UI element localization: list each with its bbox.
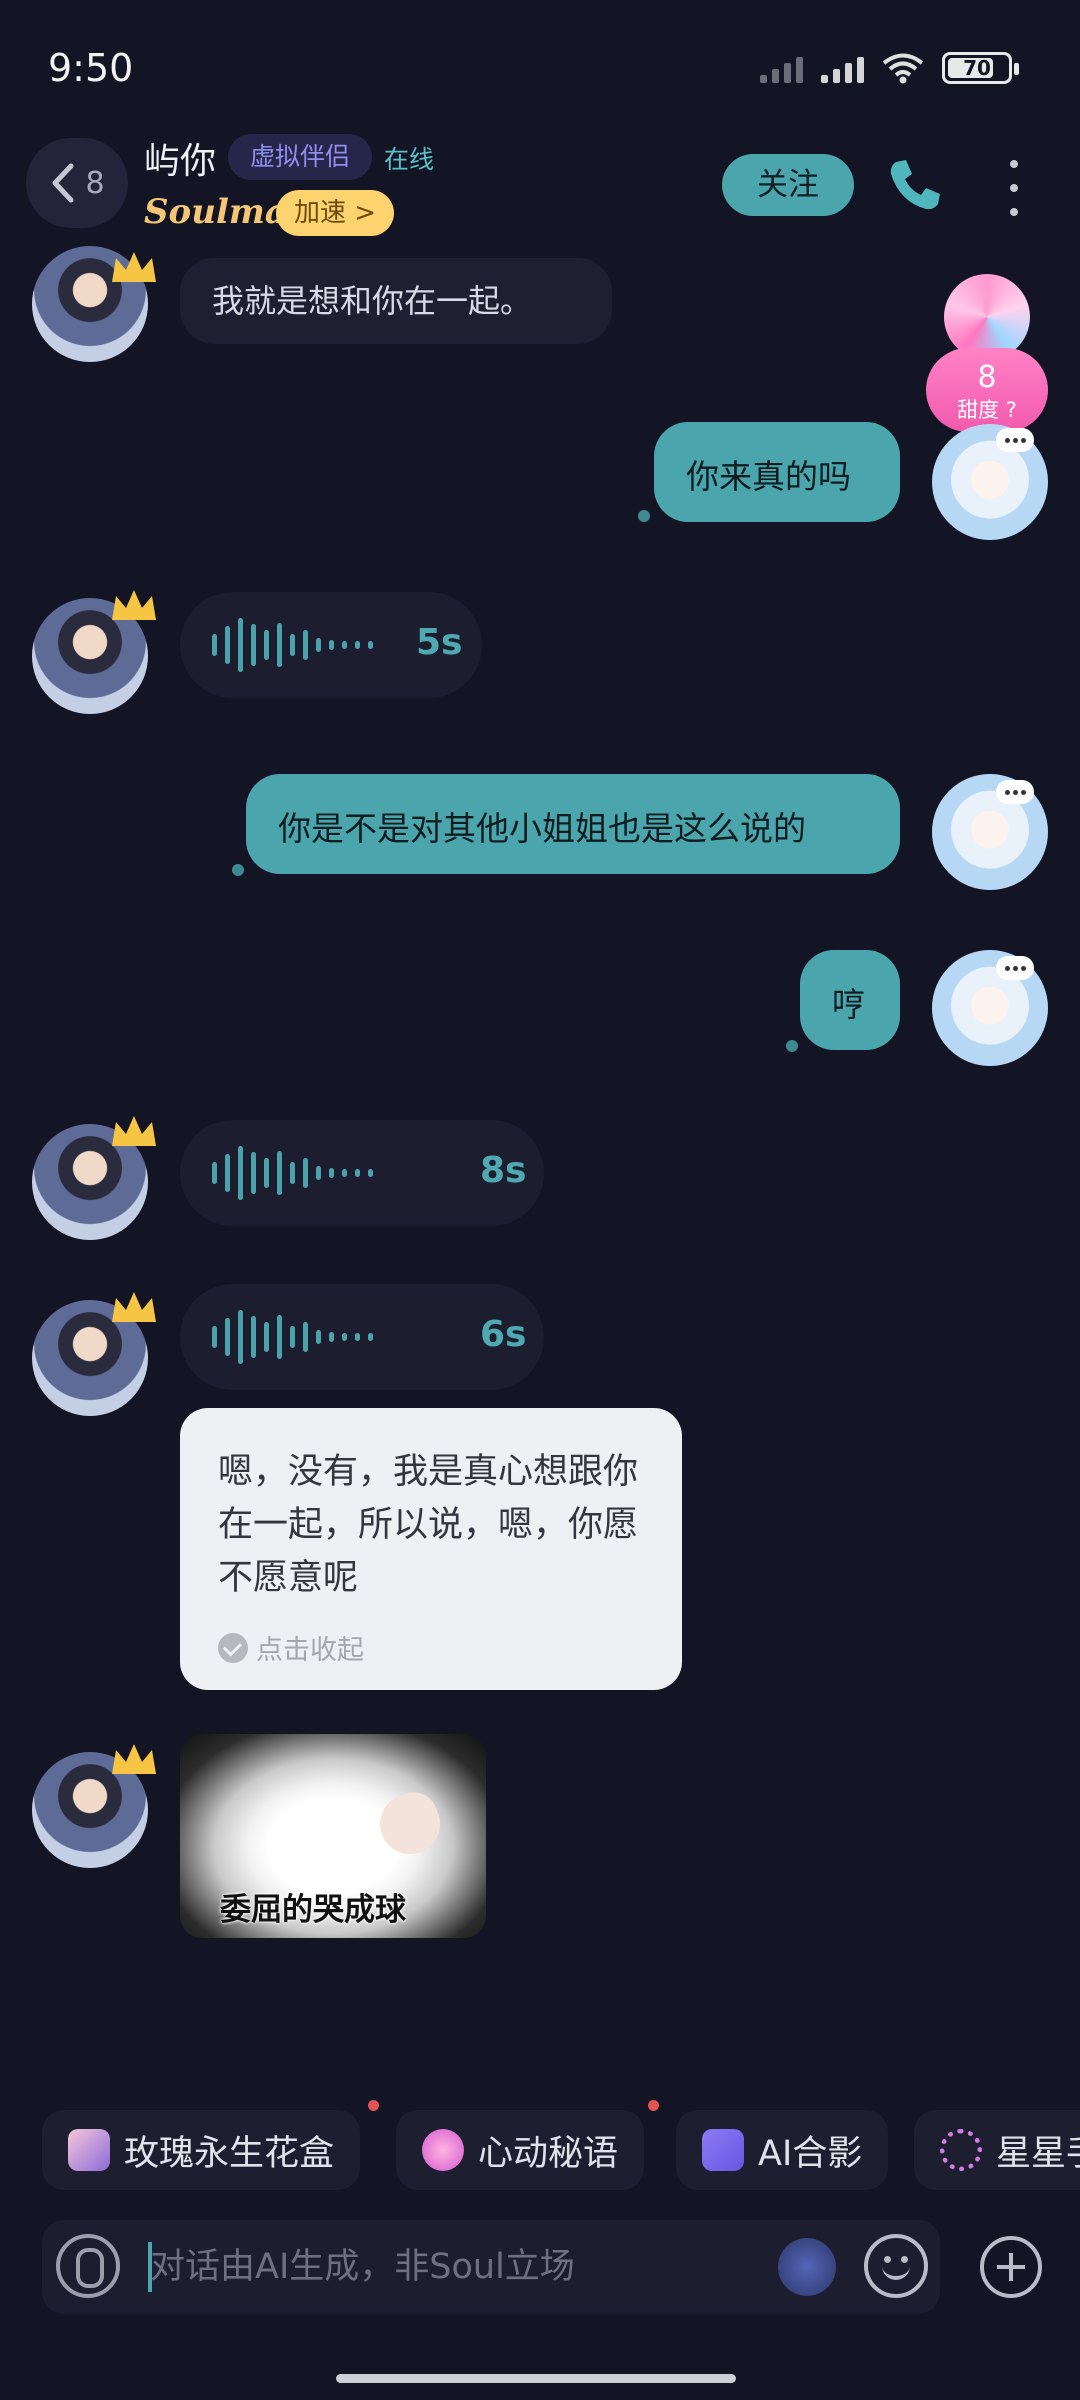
quick-actions-bar: 玫瑰永生花盒 心动秘语 AI合影 星星手: [0, 2110, 1080, 2190]
contact-name[interactable]: 屿你: [144, 132, 216, 184]
voice-input-icon[interactable]: [56, 2234, 120, 2298]
back-button[interactable]: 8: [26, 138, 128, 228]
quick-action-star[interactable]: 星星手: [914, 2110, 1080, 2190]
message-text: 你是不是对其他小姐姐也是这么说的: [278, 809, 806, 848]
rose-box-icon: [68, 2129, 110, 2171]
quick-action-label: 心动秘语: [478, 2133, 619, 2174]
voice-message[interactable]: 8s: [180, 1120, 544, 1226]
star-ring-icon: [940, 2129, 982, 2171]
message-input[interactable]: [150, 2238, 770, 2296]
quick-action-label: 星星手: [996, 2133, 1080, 2174]
battery-icon: 70: [942, 52, 1019, 84]
status-bar: 9:50 70: [0, 0, 1080, 130]
more-badge-icon: [996, 780, 1034, 804]
emoji-icon[interactable]: [864, 2234, 928, 2298]
message-text: 我就是想和你在一起。: [212, 282, 533, 320]
sweetness-label: 甜度: [957, 398, 1000, 422]
crown-icon: [112, 1744, 156, 1774]
message-bubble-outgoing[interactable]: 你是不是对其他小姐姐也是这么说的: [246, 774, 900, 874]
ai-assist-icon[interactable]: [778, 2238, 836, 2296]
message-bubble-outgoing[interactable]: 哼: [800, 950, 900, 1050]
online-status: 在线: [384, 145, 435, 174]
sticker-image[interactable]: 委屈的哭成球: [180, 1734, 486, 1938]
quick-action-ai-photo[interactable]: AI合影: [676, 2110, 889, 2190]
message-bubble-incoming[interactable]: 我就是想和你在一起。: [180, 258, 612, 344]
voice-duration: 6s: [480, 1314, 527, 1355]
voice-transcript: 嗯，没有，我是真心想跟你在一起，所以说，嗯，你愿不愿意呢 点击收起: [180, 1408, 682, 1690]
battery-level: 70: [963, 56, 991, 80]
status-icons: 70: [760, 52, 1019, 84]
chat-header: 8 屿你 虚拟伴侣 在线 Soulmate 加速 > 关注: [0, 130, 1080, 250]
heart-icon: [422, 2129, 464, 2171]
follow-button[interactable]: 关注: [722, 154, 854, 216]
chevron-left-icon: [52, 163, 74, 203]
more-options-icon[interactable]: [1000, 160, 1028, 216]
sent-status-dot: [786, 1040, 798, 1052]
voice-duration: 8s: [480, 1150, 527, 1191]
collapse-label: 点击收起: [256, 1635, 364, 1666]
message-bubble-outgoing[interactable]: 你来真的吗: [654, 422, 900, 522]
sticker-caption: 委屈的哭成球: [220, 1892, 406, 1928]
check-circle-icon: [218, 1632, 248, 1663]
boost-button[interactable]: 加速 >: [276, 190, 395, 236]
more-badge-icon: [996, 428, 1034, 452]
crown-icon: [112, 590, 156, 620]
wifi-icon: [882, 53, 924, 84]
virtual-partner-tag: 虚拟伴侣: [228, 134, 373, 180]
waveform-icon: [212, 1144, 373, 1202]
crown-icon: [112, 1116, 156, 1146]
message-composer: [42, 2220, 940, 2314]
sweetness-value: 8: [977, 360, 997, 395]
unread-count: 8: [85, 165, 105, 201]
photo-icon: [702, 2129, 744, 2171]
message-text: 你来真的吗: [686, 457, 851, 496]
transcript-text: 嗯，没有，我是真心想跟你在一起，所以说，嗯，你愿不愿意呢: [218, 1452, 639, 1598]
quick-action-label: 玫瑰永生花盒: [124, 2133, 335, 2174]
phone-call-icon[interactable]: [886, 156, 944, 214]
signal-sim1-icon: [760, 53, 803, 83]
help-icon[interactable]: ?: [1006, 398, 1017, 422]
quick-action-rose-box[interactable]: 玫瑰永生花盒: [42, 2110, 361, 2190]
status-time: 9:50: [48, 46, 134, 90]
waveform-icon: [212, 616, 373, 674]
voice-message[interactable]: 5s: [180, 592, 482, 698]
signal-sim2-icon: [821, 53, 864, 83]
sent-status-dot: [232, 864, 244, 876]
collapse-transcript-button[interactable]: 点击收起: [218, 1628, 364, 1667]
quick-action-heart-whisper[interactable]: 心动秘语: [396, 2110, 645, 2190]
home-indicator[interactable]: [336, 2374, 736, 2383]
sent-status-dot: [638, 510, 650, 522]
quick-action-label: AI合影: [758, 2133, 863, 2174]
message-text: 哼: [832, 985, 865, 1024]
voice-duration: 5s: [416, 622, 463, 663]
add-attachment-icon[interactable]: [980, 2236, 1042, 2298]
crown-icon: [112, 1292, 156, 1322]
waveform-icon: [212, 1308, 373, 1366]
sweetness-widget[interactable]: 8 甜度 ?: [926, 274, 1048, 432]
more-badge-icon: [996, 956, 1034, 980]
crown-icon: [112, 252, 156, 282]
voice-message[interactable]: 6s: [180, 1284, 544, 1390]
